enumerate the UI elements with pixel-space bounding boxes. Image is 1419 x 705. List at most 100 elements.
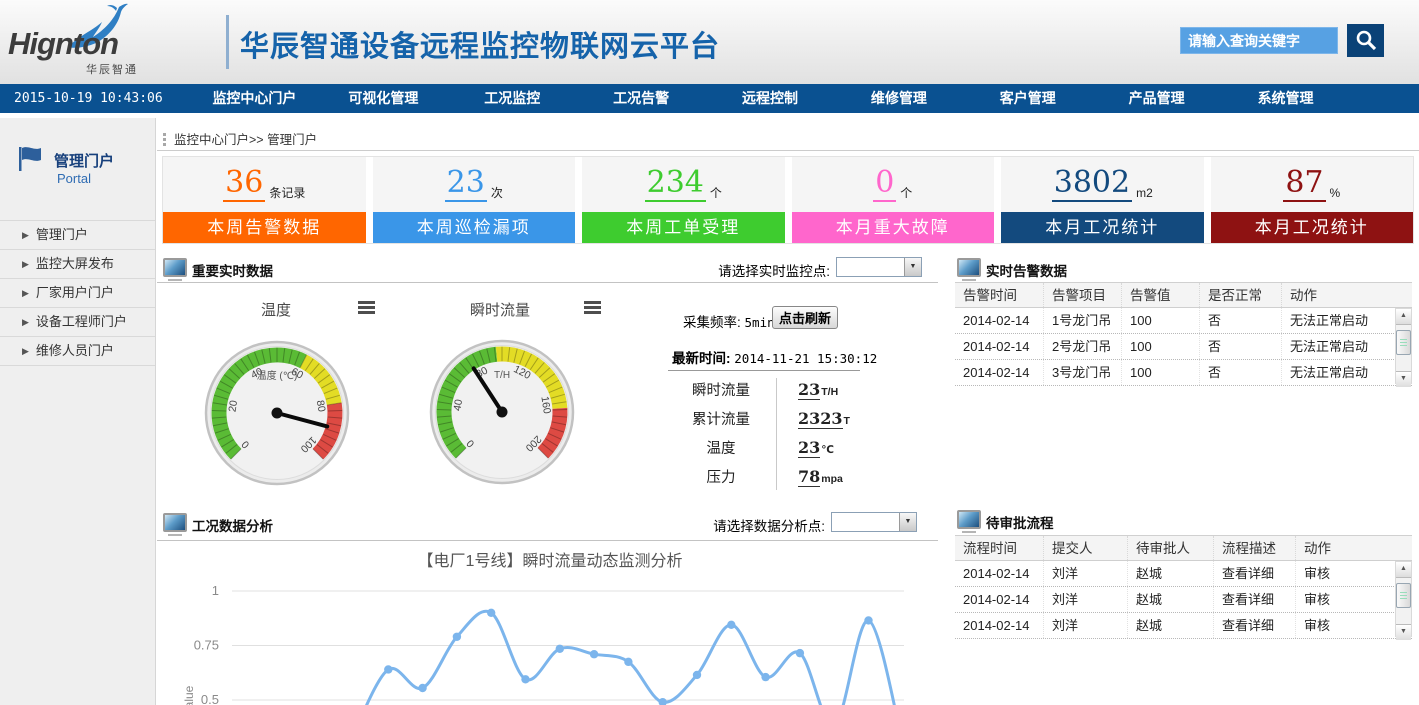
stat-card-value-area: 23次 <box>373 157 576 212</box>
readings-divider <box>668 370 860 371</box>
flow-gauge: 04080120160200T/H <box>427 337 577 487</box>
stat-card-number[interactable]: 87 <box>1283 168 1325 202</box>
alarm-panel-title: 实时告警数据 <box>986 260 1067 280</box>
app-title: 华辰智通设备远程监控物联网云平台 <box>240 23 720 65</box>
scrollbar-up-button[interactable]: ▲ <box>1396 562 1411 578</box>
scrollbar[interactable]: ▲▼ <box>1395 561 1412 637</box>
table-row: 2014-02-14刘洋赵城查看详细审核 <box>955 613 1412 639</box>
logo-brand: Hignton <box>8 26 118 62</box>
stat-card-label: 本月工况统计 <box>1211 212 1414 243</box>
table-cell: 审核 <box>1295 613 1395 638</box>
search-button[interactable] <box>1347 24 1384 57</box>
gauge-menu-icon[interactable] <box>358 301 375 314</box>
nav-item[interactable]: 系统管理 <box>1221 84 1350 113</box>
portal-title: 管理门户 <box>54 150 114 171</box>
nav-item[interactable]: 产品管理 <box>1092 84 1221 113</box>
stat-card-number[interactable]: 3802 <box>1052 168 1132 202</box>
stat-cards-row: 36条记录本周告警数据23次本周巡检漏项234个本周工单受理0个本月重大故障38… <box>162 156 1414 244</box>
freq-value: 5min <box>745 315 775 330</box>
sidebar-item[interactable]: ▶监控大屏发布 <box>0 249 155 278</box>
scrollbar-track[interactable] <box>1396 578 1411 624</box>
table-cell: 100 <box>1121 360 1199 385</box>
stat-card-unit: m2 <box>1136 186 1153 200</box>
table-cell: 100 <box>1121 334 1199 359</box>
gauge-menu-icon[interactable] <box>584 301 601 314</box>
stat-card-value-area: 0个 <box>792 157 995 212</box>
reading-value: 23T/H <box>798 380 838 399</box>
monitor-icon <box>163 513 187 532</box>
sidebar-item[interactable]: ▶管理门户 <box>0 220 155 249</box>
nav-item[interactable]: 工况监控 <box>448 84 577 113</box>
table-row: 2014-02-142号龙门吊100否无法正常启动 <box>955 334 1412 360</box>
arrow-right-icon: ▶ <box>22 250 29 278</box>
sidebar-item-label: 设备工程师门户 <box>36 314 127 329</box>
table-cell: 2014-02-14 <box>955 561 1043 586</box>
realtime-point-select[interactable]: ▼ <box>836 257 922 277</box>
latest-time-label: 最新时间: <box>672 351 731 366</box>
table-cell: 查看详细 <box>1213 561 1295 586</box>
sidebar-item[interactable]: ▶设备工程师门户 <box>0 307 155 336</box>
breadcrumb: 监控中心门户>> 管理门户 <box>163 129 317 147</box>
sidebar-item[interactable]: ▶厂家用户门户 <box>0 278 155 307</box>
reading-row: 压力78mpa <box>668 462 918 491</box>
table-cell: 否 <box>1199 308 1281 333</box>
table-cell: 2014-02-14 <box>955 334 1043 359</box>
stat-card-label: 本周工单受理 <box>582 212 785 243</box>
table-cell: 2014-02-14 <box>955 613 1043 638</box>
scrollbar-up-button[interactable]: ▲ <box>1396 309 1411 325</box>
scrollbar-thumb[interactable] <box>1396 330 1411 355</box>
table-header-row: 流程时间提交人待审批人流程描述动作 <box>955 535 1412 561</box>
analysis-point-select[interactable]: ▼ <box>831 512 917 532</box>
table-cell: 否 <box>1199 334 1281 359</box>
stat-card-label: 本周告警数据 <box>163 212 366 243</box>
search-input[interactable] <box>1180 27 1338 54</box>
nav-item[interactable]: 维修管理 <box>834 84 963 113</box>
sidebar-item-label: 厂家用户门户 <box>36 285 114 300</box>
monitor-icon <box>957 510 981 529</box>
panel-divider <box>157 540 938 541</box>
monitor-icon <box>957 258 981 277</box>
stat-card-value-area: 87% <box>1211 157 1414 212</box>
table-cell: 3号龙门吊 <box>1043 360 1121 385</box>
realtime-panel-title: 重要实时数据 <box>192 260 273 280</box>
scrollbar-down-button[interactable]: ▼ <box>1396 371 1411 387</box>
stat-card-number[interactable]: 23 <box>445 168 487 202</box>
table-header-cell: 是否正常 <box>1199 283 1281 307</box>
table-cell: 审核 <box>1295 561 1395 586</box>
stat-card-number[interactable]: 36 <box>223 168 265 202</box>
nav-item[interactable]: 工况告警 <box>577 84 706 113</box>
sidebar-item[interactable]: ▶维修人员门户 <box>0 336 155 366</box>
table-header-cell: 告警项目 <box>1043 283 1121 307</box>
table-header-cell: 提交人 <box>1043 536 1127 560</box>
scrollbar[interactable]: ▲▼ <box>1395 308 1412 384</box>
stat-card-number[interactable]: 0 <box>873 168 896 202</box>
reading-label: 瞬时流量 <box>668 379 774 400</box>
reading-value: 78mpa <box>798 467 843 486</box>
table-cell: 无法正常启动 <box>1281 308 1395 333</box>
nav-item[interactable]: 可视化管理 <box>319 84 448 113</box>
realtime-point-select-label: 请选择实时监控点: <box>690 260 830 280</box>
analysis-panel-title: 工况数据分析 <box>192 515 273 535</box>
alarm-table: 告警时间告警项目告警值是否正常动作2014-02-141号龙门吊100否无法正常… <box>955 282 1412 386</box>
scrollbar-down-button[interactable]: ▼ <box>1396 624 1411 640</box>
table-cell: 赵城 <box>1127 561 1213 586</box>
latest-time-line: 最新时间: 2014-11-21 15:30:12 <box>672 347 877 367</box>
nav-item[interactable]: 客户管理 <box>963 84 1092 113</box>
scrollbar-thumb[interactable] <box>1396 583 1411 608</box>
svg-text:80: 80 <box>314 399 328 413</box>
nav-item[interactable]: 远程控制 <box>706 84 835 113</box>
stat-card-number[interactable]: 234 <box>645 168 706 202</box>
refresh-button[interactable]: 点击刷新 <box>772 306 838 329</box>
scrollbar-track[interactable] <box>1396 325 1411 371</box>
table-cell: 无法正常启动 <box>1281 360 1395 385</box>
logo-divider <box>226 15 229 69</box>
sidebar-menu: ▶管理门户▶监控大屏发布▶厂家用户门户▶设备工程师门户▶维修人员门户 <box>0 220 155 366</box>
table-header-cell: 告警值 <box>1121 283 1199 307</box>
stat-card-value-area: 234个 <box>582 157 785 212</box>
approval-panel-title: 待审批流程 <box>986 512 1054 532</box>
top-header: Hignton 华辰智通 华辰智通设备远程监控物联网云平台 <box>0 0 1419 85</box>
flow-line-chart: 10.750.5value <box>157 566 947 705</box>
nav-item[interactable]: 监控中心门户 <box>190 84 319 113</box>
svg-text:1: 1 <box>212 583 219 598</box>
stat-card: 0个本月重大故障 <box>792 157 995 243</box>
